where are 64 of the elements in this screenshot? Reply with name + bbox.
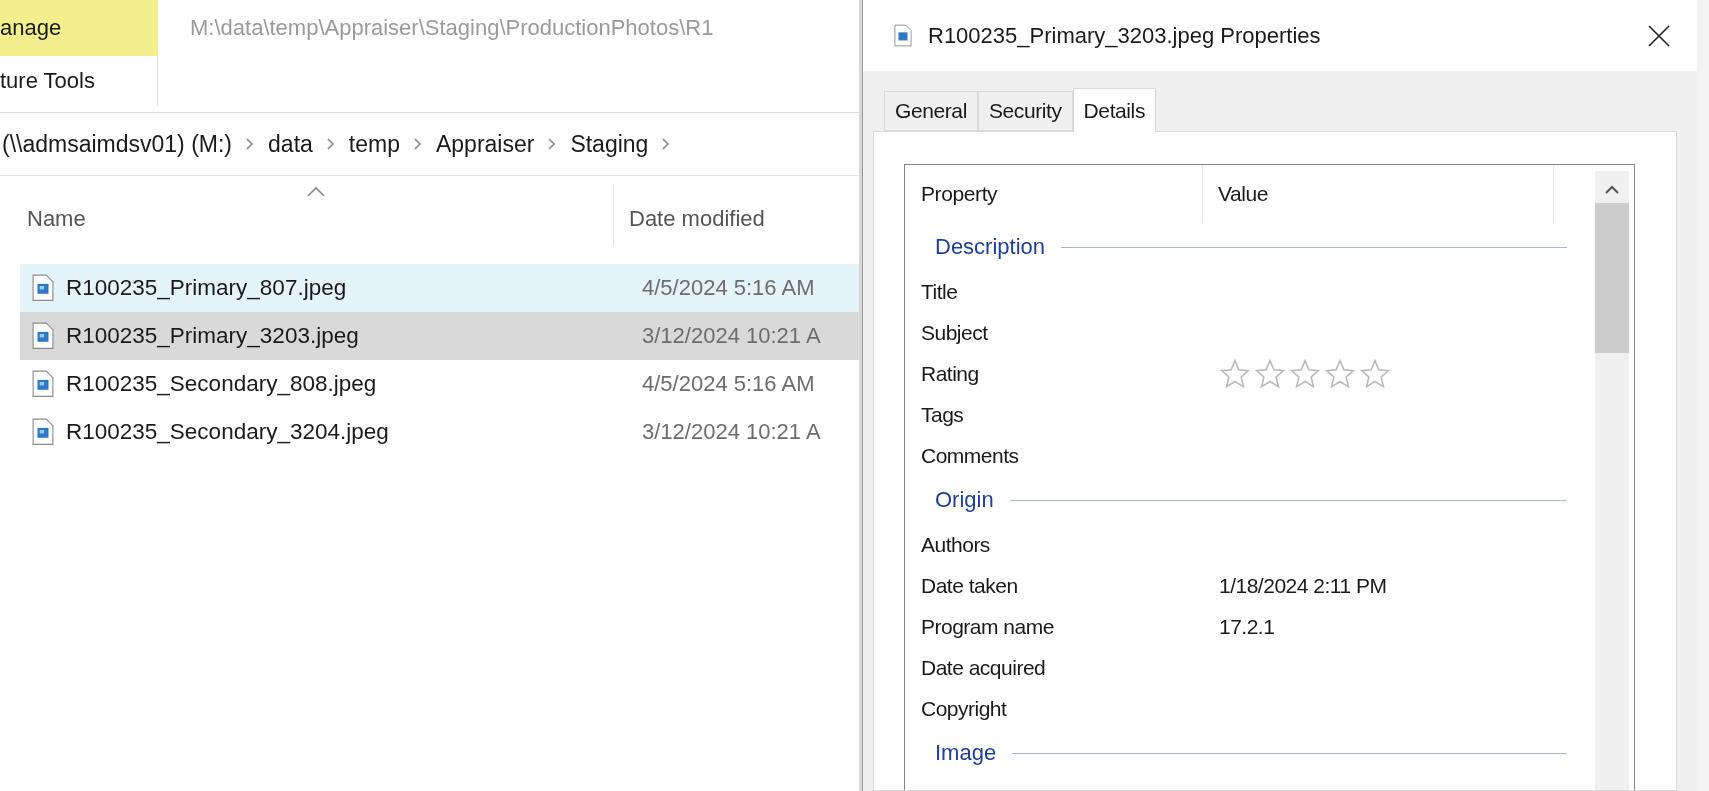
image-file-icon [894, 24, 912, 47]
star-icon [1324, 357, 1356, 390]
tab[interactable]: Details [1072, 88, 1156, 132]
image-file-icon [32, 370, 54, 398]
property-name: Copyright [921, 696, 1008, 721]
star-icon [1219, 357, 1251, 390]
scroll-up-icon[interactable] [1604, 185, 1620, 195]
scrollbar[interactable] [1595, 171, 1629, 790]
star-icon [1359, 357, 1391, 390]
file-name: R100235_Primary_3203.jpeg [66, 323, 360, 349]
file-date: 4/5/2024 5:16 AM [642, 371, 815, 397]
property-name: Authors [921, 532, 991, 557]
property-name: Tags [921, 402, 965, 427]
file-date: 4/5/2024 5:16 AM [642, 275, 815, 301]
sort-caret-icon [306, 186, 326, 198]
column-header[interactable]: Name [27, 184, 613, 246]
star-rating[interactable] [1219, 357, 1391, 390]
file-date: 3/12/2024 10:21 A [642, 323, 821, 349]
file-row[interactable]: R100235_Primary_807.jpeg 4/5/2024 5:16 AM [20, 264, 859, 312]
window-title: M:\data\temp\Appraiser\Staging\ProductionPhotos\R1 [189, 14, 714, 42]
file-name: R100235_Secondary_3204.jpeg [66, 419, 390, 445]
image-file-icon [32, 274, 54, 302]
file-name: R100235_Primary_807.jpeg [66, 275, 348, 301]
group-header: Description [934, 234, 1047, 260]
file-row[interactable]: R100235_Secondary_3204.jpeg 3/12/2024 10:21 A [20, 408, 859, 456]
group-header: Origin [934, 487, 995, 513]
star-icon [1254, 357, 1286, 390]
image-file-icon [32, 322, 54, 350]
file-date: 3/12/2024 10:21 A [642, 419, 821, 445]
image-file-icon [32, 418, 54, 446]
scrollbar-thumb[interactable] [1595, 203, 1629, 353]
property-name: Date acquired [921, 655, 1047, 680]
chevron-icon [326, 138, 335, 150]
file-row[interactable]: R100235_Primary_3203.jpeg 3/12/2024 10:21 A [20, 312, 859, 360]
breadcrumb-item[interactable]: (\\admsaimdsv01) (M:) [2, 130, 233, 158]
column-header[interactable]: Date modified [629, 184, 765, 246]
property-name: Program name [921, 614, 1055, 639]
breadcrumb-item[interactable]: data [268, 130, 313, 158]
file-row[interactable]: R100235_Secondary_808.jpeg 4/5/2024 5:16 AM [20, 360, 859, 408]
ribbon-tab[interactable]: anage [0, 0, 158, 56]
property-value: 1/18/2024 2:11 PM [1219, 573, 1387, 598]
tab[interactable]: General [884, 91, 978, 131]
breadcrumb-item[interactable]: temp [348, 130, 400, 158]
property-name: Title [921, 279, 959, 304]
group-header: Image [934, 740, 998, 766]
dialog-title: R100235_Primary_3203.jpeg Properties [928, 22, 1322, 49]
tab[interactable]: Security [977, 91, 1073, 131]
property-value: 17.2.1 [1219, 614, 1275, 639]
property-name: Comments [921, 443, 1020, 468]
property-name: Subject [921, 320, 989, 345]
breadcrumb-item[interactable]: Staging [570, 130, 649, 158]
property-name: Rating [921, 361, 980, 386]
chevron-icon [246, 138, 255, 150]
file-name: R100235_Secondary_808.jpeg [66, 371, 378, 397]
chevron-icon [413, 138, 422, 150]
column-header[interactable]: Value [1218, 182, 1269, 206]
star-icon [1289, 357, 1321, 390]
column-header[interactable]: Property [921, 182, 998, 206]
chevron-icon [662, 138, 671, 150]
breadcrumb-item[interactable]: Appraiser [435, 130, 535, 158]
property-name: Date taken [921, 573, 1019, 598]
chevron-icon [548, 138, 557, 150]
close-icon [1648, 24, 1670, 47]
context-tab-label: ture Tools [0, 56, 158, 106]
